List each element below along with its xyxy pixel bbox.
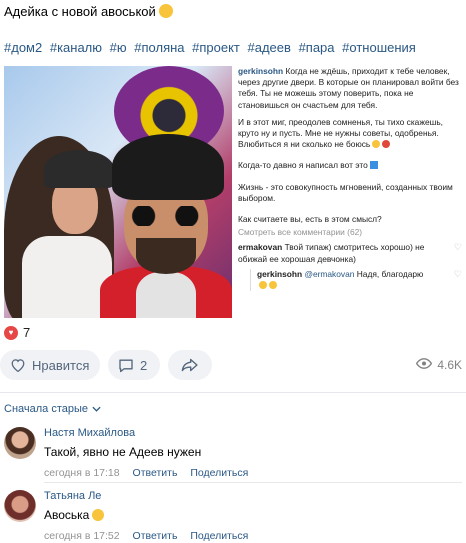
caption-reply: gerkinsohn @ermakovan Надя, благодарю ♡: [250, 268, 466, 292]
avatar[interactable]: [4, 427, 36, 459]
comment-author: ermakovan: [238, 242, 283, 253]
grinning-emoji-icon: [158, 4, 173, 18]
hashtag-link[interactable]: #проект: [192, 40, 240, 55]
comment-meta: сегодня в 17:18 Ответить Поделиться: [44, 467, 462, 479]
smile-emoji-icon: [372, 140, 381, 149]
comment-author-name[interactable]: Настя Михайлова: [44, 427, 462, 439]
caption-paragraph: Когда-то давно я написал вот это: [238, 160, 368, 171]
view-all-comments-link: Смотреть все комментарии (62): [238, 227, 363, 238]
chevron-down-icon: [92, 403, 101, 415]
smile-emoji-icon: [259, 281, 267, 290]
down-arrow-emoji-icon: [370, 161, 379, 170]
hashtag-link[interactable]: #каналю: [50, 40, 102, 55]
comment-text-row: Авоська: [44, 508, 462, 522]
comment-meta: сегодня в 17:52 Ответить Поделиться: [44, 530, 462, 542]
post-actions: Нравится 2 4.6K: [0, 350, 466, 380]
reply-link[interactable]: Ответить: [133, 467, 178, 479]
caption-paragraph: Жизнь - это совокупность мгновений, созд…: [238, 181, 453, 203]
divider: [0, 392, 466, 393]
heart-outline-icon: ♡: [453, 268, 462, 279]
likes-count: 7: [23, 325, 31, 340]
comment-time[interactable]: сегодня в 17:52: [44, 530, 120, 542]
views-counter: 4.6K: [416, 358, 462, 372]
comment-sort-dropdown[interactable]: Сначала старые: [4, 403, 101, 415]
hashtag-link[interactable]: #пара: [299, 40, 335, 55]
hashtag-list: #дом2 #каналю #ю #поляна #проект #адеев …: [4, 40, 420, 55]
kiss-emoji-icon: [382, 140, 391, 149]
comment-bubble-icon: [118, 358, 134, 373]
views-count: 4.6K: [437, 358, 462, 372]
post-title: Адейка с новой авоськой: [4, 4, 173, 19]
hashtag-link[interactable]: #дом2: [4, 40, 42, 55]
caption-question: Как считаете вы, есть в этом смысл?: [238, 214, 382, 225]
eye-icon: [416, 358, 433, 372]
avatar[interactable]: [4, 490, 36, 522]
reply-author: gerkinsohn: [257, 268, 303, 279]
hashtag-link[interactable]: #ю: [110, 40, 127, 55]
share-button[interactable]: [168, 350, 212, 380]
comment-divider: [44, 482, 462, 483]
wink-emoji-icon: [92, 509, 105, 521]
heart-outline-icon: ♡: [453, 242, 462, 253]
caption-paragraph: И в этот миг, преодолев сомненья, ты тих…: [238, 116, 444, 150]
couple-photo: [4, 66, 232, 318]
likes-summary[interactable]: ♥ 7: [4, 325, 30, 340]
like-label: Нравится: [32, 357, 90, 373]
share-arrow-icon: [181, 358, 199, 372]
comment-author-name[interactable]: Татьяна Ле: [44, 490, 462, 502]
hashtag-link[interactable]: #отношения: [342, 40, 416, 55]
heart-eyes-emoji-icon: [269, 281, 277, 290]
share-link[interactable]: Поделиться: [190, 467, 248, 479]
reply-link[interactable]: Ответить: [133, 530, 178, 542]
post-title-text: Адейка с новой авоськой: [4, 4, 156, 19]
sort-label: Сначала старые: [4, 403, 89, 415]
hashtag-link[interactable]: #поляна: [134, 40, 184, 55]
hashtag-link[interactable]: #адеев: [248, 40, 291, 55]
comments-count: 2: [140, 357, 148, 373]
caption-comment: ermakovan Твой типаж) смотритесь хорошо)…: [238, 242, 466, 264]
like-button[interactable]: Нравится: [0, 350, 100, 380]
heart-outline-icon: [10, 358, 26, 372]
heart-badge-icon: ♥: [4, 325, 18, 340]
comment-time[interactable]: сегодня в 17:18: [44, 467, 120, 479]
post-attachment-image[interactable]: gerkinsohn Когда не ждёшь, приходит к те…: [4, 64, 466, 320]
comment-text: Такой, явно не Адеев нужен: [44, 445, 202, 459]
reply-text: Надя, благодарю: [356, 268, 424, 279]
comment-item: Настя Михайлова Такой, явно не Адеев нуж…: [4, 425, 462, 479]
comment-item: Татьяна Ле Авоська сегодня в 17:52 Ответ…: [4, 488, 462, 542]
caption-author: gerkinsohn: [238, 66, 284, 76]
share-link[interactable]: Поделиться: [190, 530, 248, 542]
instagram-caption: gerkinsohn Когда не ждёшь, приходит к те…: [238, 66, 466, 292]
comment-text: Авоська: [44, 508, 90, 522]
reply-mention: @ermakovan: [304, 268, 355, 279]
comment-button[interactable]: 2: [108, 350, 160, 380]
